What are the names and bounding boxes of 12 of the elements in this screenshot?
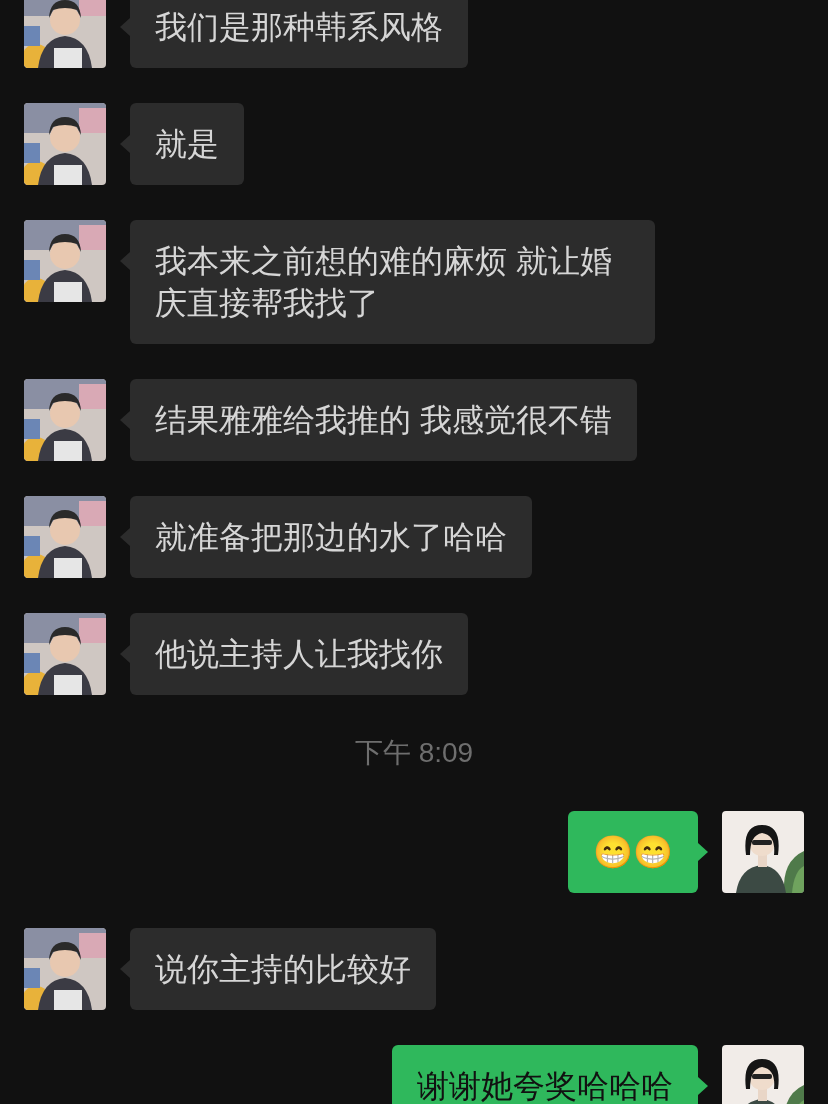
message-bubble: 我们是那种韩系风格 [130,0,468,68]
message-bubble: 说你主持的比较好 [130,928,436,1010]
message-bubble: 结果雅雅给我推的 我感觉很不错 [130,379,637,461]
message-bubble: 就准备把那边的水了哈哈 [130,496,532,578]
message-bubble: 我本来之前想的难的麻烦 就让婚庆直接帮我找了 [130,220,655,344]
bubble-tail [698,1077,708,1095]
bubble-tail [698,843,708,861]
message-bubble: 😁😁 [568,811,698,893]
message-bubble: 就是 [130,103,244,185]
message-bubble: 谢谢她夸奖哈哈哈 [392,1045,698,1104]
message-bubble: 他说主持人让我找你 [130,613,468,695]
timestamp: 下午 8:09 [354,736,474,770]
